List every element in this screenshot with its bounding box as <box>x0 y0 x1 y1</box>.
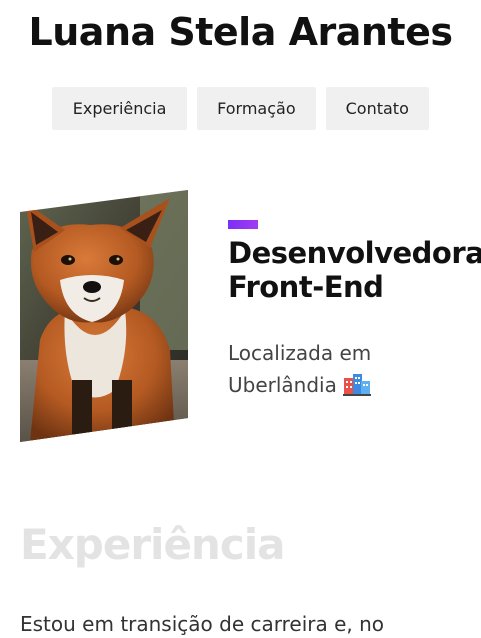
experience-section-title: Experiência <box>20 520 285 569</box>
experience-section-text: Estou em transição de carreira e, no <box>20 612 385 636</box>
accent-bar <box>228 220 258 229</box>
city-buildings-icon <box>342 372 371 405</box>
main-nav: Experiência Formação Contato <box>0 87 481 130</box>
page: Luana Stela Arantes Experiência Formação… <box>0 0 481 638</box>
nav-link-experiencia[interactable]: Experiência <box>52 87 188 130</box>
site-title: Luana Stela Arantes <box>28 10 453 54</box>
location-text: Localizada em Uberlândia <box>228 337 478 405</box>
role-title: Desenvolvedora Front-End <box>228 236 481 304</box>
nav-link-formacao[interactable]: Formação <box>197 87 316 130</box>
nav-link-contato[interactable]: Contato <box>325 87 429 130</box>
profile-photo <box>20 190 188 442</box>
